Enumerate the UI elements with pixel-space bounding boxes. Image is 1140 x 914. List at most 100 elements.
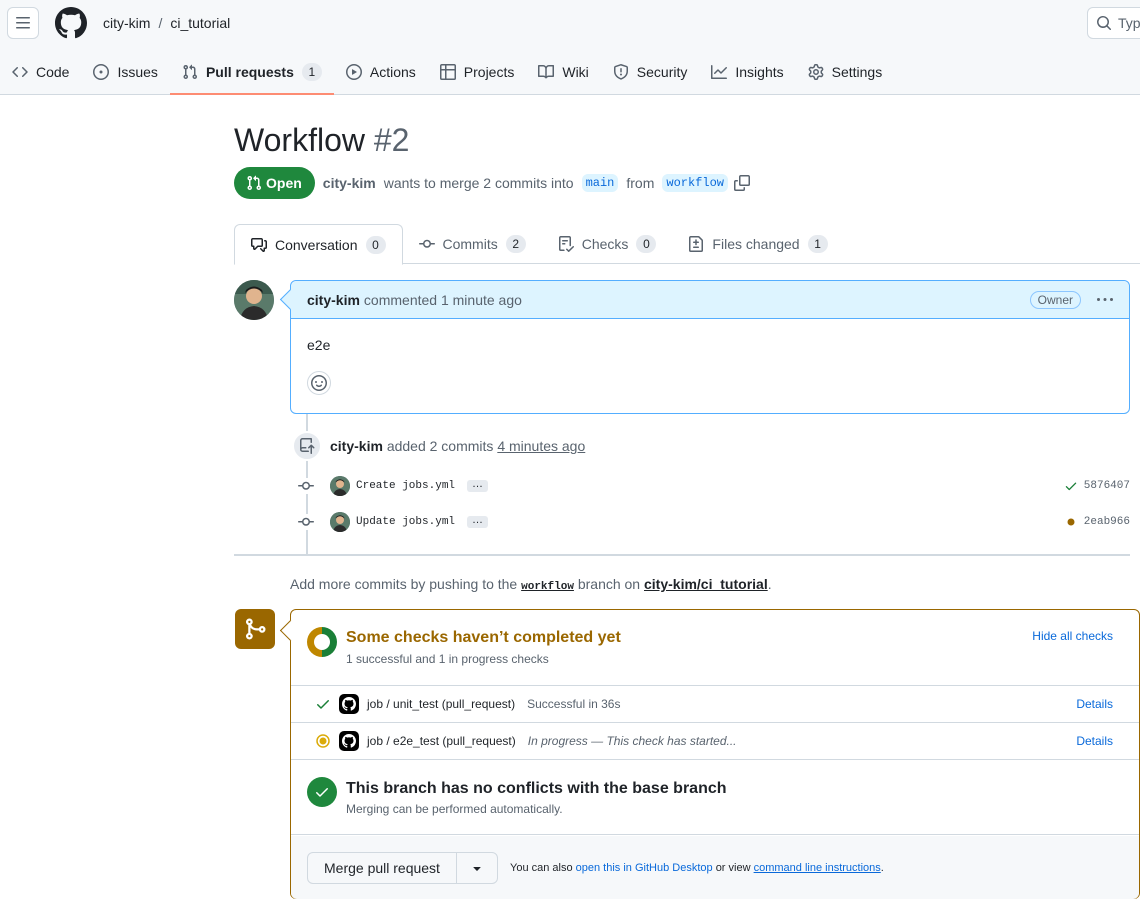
commit-sha[interactable]: 5876407 (1084, 480, 1130, 492)
owner-badge: Owner (1029, 291, 1081, 309)
event-author[interactable]: city-kim (330, 438, 383, 454)
pr-meta: Open city-kim wants to merge 2 commits i… (234, 167, 750, 199)
hamburger-icon (16, 17, 30, 29)
list-item: Create jobs.yml … 5876407 (298, 476, 1130, 496)
commit-icon (418, 239, 435, 248)
owner-link[interactable]: city-kim (103, 15, 150, 31)
merge-options-button[interactable] (457, 853, 497, 883)
check-icon[interactable] (1064, 479, 1078, 493)
merge-pull-request-button[interactable]: Merge pull request (308, 853, 457, 883)
check-row: job / unit_test (pull_request) Successfu… (291, 686, 1139, 723)
nav-projects[interactable]: Projects (428, 52, 527, 91)
head-branch[interactable]: workflow (662, 174, 728, 192)
tab-conversation[interactable]: Conversation 0 (234, 224, 403, 265)
tab-files-changed[interactable]: Files changed 1 (672, 224, 843, 264)
check-circle-icon (307, 777, 337, 807)
hint-prefix: Add more commits by pushing to the (290, 576, 518, 592)
comment-header: city-kim commented 1 minute ago Owner (291, 281, 1129, 319)
nav-issues[interactable]: Issues (81, 52, 169, 91)
status-label: Open (266, 175, 302, 191)
comment-text: e2e (307, 337, 331, 353)
nav-settings-label: Settings (831, 63, 883, 80)
nav-pull-requests[interactable]: Pull requests 1 (169, 52, 334, 95)
avatar[interactable] (330, 512, 350, 532)
page-title: Workflow #2 (234, 122, 409, 159)
event-time[interactable]: 4 minutes ago (497, 438, 585, 454)
cli-instructions-link[interactable]: command line instructions (754, 862, 881, 874)
repo-header: city-kim / ci_tutorial Typ Code Issues P… (0, 0, 1140, 95)
push-hint: Add more commits by pushing to the workf… (290, 576, 772, 593)
commit-icon (298, 478, 314, 494)
avatar[interactable] (234, 280, 274, 320)
commit-icon (298, 514, 314, 530)
search-placeholder: Typ (1118, 15, 1140, 31)
check-details-link[interactable]: Details (1076, 734, 1113, 748)
checks-title: Some checks haven’t completed yet (346, 629, 621, 646)
nav-projects-label: Projects (463, 63, 515, 80)
play-icon (345, 63, 362, 80)
search-icon (1097, 16, 1112, 31)
github-logo-icon[interactable] (55, 7, 87, 39)
commit-message[interactable]: Create jobs.yml (356, 480, 455, 492)
pr-number: #2 (373, 122, 410, 158)
checks-summary: Some checks haven’t completed yet 1 succ… (291, 610, 1139, 686)
github-actions-icon (339, 731, 359, 751)
nav-security[interactable]: Security (601, 52, 700, 91)
nav-settings[interactable]: Settings (796, 52, 895, 91)
open-desktop-link[interactable]: open this in GitHub Desktop (576, 862, 713, 874)
hint-middle: branch on (577, 576, 641, 592)
alt-prefix: You can also (510, 862, 573, 874)
hide-all-checks-button[interactable]: Hide all checks (1032, 629, 1113, 643)
kebab-horizontal-icon[interactable] (1097, 292, 1113, 308)
merge-button-group: Merge pull request (307, 852, 498, 884)
tab-conversation-label: Conversation (275, 236, 358, 253)
pr-author[interactable]: city-kim (323, 175, 376, 191)
add-reaction-button[interactable] (307, 371, 331, 395)
timeline-divider (234, 554, 1130, 556)
base-branch[interactable]: main (581, 174, 619, 192)
expand-commit-button[interactable]: … (467, 515, 489, 528)
github-actions-icon (339, 694, 359, 714)
comment-time[interactable]: commented 1 minute ago (364, 292, 522, 308)
nav-code[interactable]: Code (0, 52, 81, 91)
nav-actions-label: Actions (369, 63, 416, 80)
hint-suffix: . (767, 576, 772, 592)
dot-fill-icon[interactable] (1064, 515, 1078, 529)
repo-link[interactable]: ci_tutorial (170, 15, 230, 31)
event-action: added 2 commits (386, 438, 494, 454)
tab-checks[interactable]: Checks 0 (542, 224, 673, 264)
comment-discussion-icon (251, 237, 267, 252)
nav-actions[interactable]: Actions (334, 52, 428, 91)
menu-button[interactable] (7, 7, 39, 39)
alt-suffix: . (880, 862, 884, 874)
check-details-link[interactable]: Details (1076, 697, 1113, 711)
nav-insights[interactable]: Insights (699, 52, 795, 91)
hint-repo-link[interactable]: city-kim/ci_tutorial (644, 576, 768, 592)
conflict-subtitle: Merging can be performed automatically. (346, 802, 563, 816)
checklist-icon (558, 236, 574, 252)
comment-author[interactable]: city-kim (307, 292, 360, 308)
pull-requests-count: 1 (301, 62, 322, 81)
search-input[interactable]: Typ (1087, 7, 1140, 39)
hint-branch[interactable]: workflow (521, 581, 574, 593)
graph-icon (711, 64, 728, 79)
file-diff-icon (689, 236, 704, 252)
commit-sha[interactable]: 2eab966 (1084, 516, 1130, 528)
alt-mid: or view (715, 862, 751, 874)
tab-commits[interactable]: Commits 2 (403, 224, 542, 264)
conflict-status: This branch has no conflicts with the ba… (291, 760, 1139, 835)
in-progress-dot-icon (316, 734, 330, 748)
checks-subtitle: 1 successful and 1 in progress checks (346, 652, 549, 666)
avatar[interactable] (330, 476, 350, 496)
commit-message[interactable]: Update jobs.yml (356, 516, 455, 528)
nav-issues-label: Issues (117, 63, 158, 80)
nav-insights-label: Insights (735, 63, 784, 80)
commits-added-event: city-kim added 2 commits 4 minutes ago (330, 438, 585, 454)
expand-commit-button[interactable]: … (467, 479, 489, 492)
breadcrumb-separator: / (158, 15, 163, 31)
nav-wiki[interactable]: Wiki (526, 52, 600, 91)
copy-icon[interactable] (733, 175, 750, 191)
code-icon (12, 66, 28, 77)
check-status: In progress — This check has started... (527, 734, 737, 748)
commit-sha-group: 5876407 (1064, 479, 1130, 493)
